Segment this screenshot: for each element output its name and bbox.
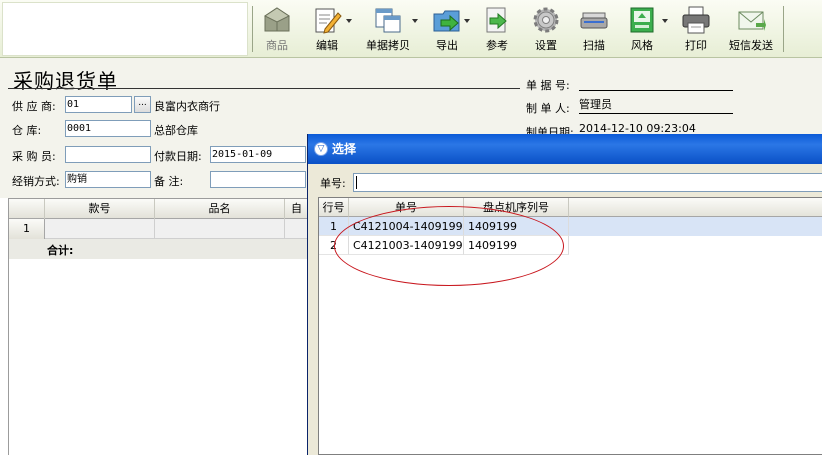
reference-button[interactable]: 参考 bbox=[476, 2, 518, 56]
remark-label: 备 注: bbox=[154, 175, 184, 188]
payment-date-field[interactable]: 2015-01-09 bbox=[210, 146, 306, 163]
supplier-code-field[interactable]: 01 bbox=[65, 96, 132, 113]
doc-no-label: 单 据 号: bbox=[526, 79, 570, 92]
doc-no-cell[interactable]: C4121004-1409199 bbox=[349, 217, 464, 236]
goods-button[interactable]: 商品 bbox=[256, 2, 298, 56]
edit-label: 编辑 bbox=[316, 39, 338, 52]
settings-gear-icon bbox=[533, 7, 559, 33]
chevron-down-icon[interactable] bbox=[346, 19, 352, 23]
select-dialog: ▽ 选择 单号: 行号 单号 盘点机序列号 1 C4121004-1409199… bbox=[307, 134, 822, 455]
grid-corner bbox=[9, 199, 45, 219]
row-number: 1 bbox=[319, 217, 349, 236]
style-label: 风格 bbox=[631, 39, 653, 52]
column-header-filler bbox=[569, 198, 822, 217]
chevron-down-icon[interactable] bbox=[662, 19, 668, 23]
style-icon bbox=[630, 7, 654, 33]
warehouse-name: 总部仓库 bbox=[154, 124, 198, 137]
order-list-grid: 行号 单号 盘点机序列号 1 C4121004-1409199 1409199 … bbox=[318, 197, 822, 455]
column-header-product-name[interactable]: 品名 bbox=[155, 199, 285, 219]
table-row[interactable]: 1 bbox=[9, 219, 309, 239]
text-caret bbox=[356, 176, 357, 189]
doc-no-field[interactable] bbox=[579, 75, 733, 91]
table-cell[interactable] bbox=[155, 219, 285, 239]
supplier-label: 供 应 商: bbox=[12, 100, 56, 113]
dialog-title-bar[interactable]: ▽ 选择 bbox=[308, 134, 822, 164]
sms-send-button[interactable]: 短信发送 bbox=[723, 2, 779, 56]
toolbar-separator bbox=[252, 6, 253, 52]
serial-no-cell[interactable]: 1409199 bbox=[464, 236, 569, 255]
print-label: 打印 bbox=[685, 39, 707, 52]
sales-mode-field[interactable]: 购销 bbox=[65, 171, 151, 188]
settings-label: 设置 bbox=[535, 39, 557, 52]
page-title: 采购退货单 bbox=[13, 69, 118, 93]
export-label: 导出 bbox=[436, 39, 458, 52]
toolbar: 商品 编辑 单据拷贝 导出 参考 设置 扫描 风格 打印 短信发送 bbox=[0, 0, 822, 58]
chevron-down-icon[interactable] bbox=[464, 19, 470, 23]
row-number: 1 bbox=[9, 219, 45, 239]
sms-send-label: 短信发送 bbox=[729, 39, 773, 52]
supplier-name: 良富内衣商行 bbox=[154, 100, 220, 113]
edit-icon bbox=[315, 8, 342, 34]
export-icon bbox=[433, 10, 460, 32]
warehouse-code-field[interactable]: 0001 bbox=[65, 120, 151, 137]
reference-label: 参考 bbox=[486, 39, 508, 52]
goods-grid: 款号 品名 自 1 合计: bbox=[8, 198, 309, 455]
total-row: 合计: bbox=[9, 239, 309, 259]
dialog-app-icon: ▽ bbox=[314, 142, 328, 156]
remark-field[interactable] bbox=[210, 171, 306, 188]
grid-header: 款号 品名 自 bbox=[9, 199, 309, 219]
table-row[interactable]: 1 C4121004-1409199 1409199 bbox=[319, 217, 822, 236]
dialog-title: 选择 bbox=[332, 142, 357, 156]
warehouse-label: 仓 库: bbox=[12, 124, 42, 137]
maker-label: 制 单 人: bbox=[526, 102, 570, 115]
purchaser-field[interactable] bbox=[65, 146, 151, 163]
column-header-style-no[interactable]: 款号 bbox=[45, 199, 155, 219]
table-row[interactable]: 2 C4121003-1409199 1409199 bbox=[319, 236, 822, 255]
scanner-icon bbox=[580, 12, 608, 29]
copy-doc-button[interactable]: 单据拷贝 bbox=[356, 2, 420, 56]
settings-button[interactable]: 设置 bbox=[525, 2, 567, 56]
chevron-down-icon[interactable] bbox=[412, 19, 418, 23]
edit-button[interactable]: 编辑 bbox=[306, 2, 352, 56]
serial-no-cell[interactable]: 1409199 bbox=[464, 217, 569, 236]
supplier-browse-button[interactable]: ... bbox=[134, 96, 151, 113]
title-underline bbox=[8, 88, 520, 89]
column-header-row-no[interactable]: 行号 bbox=[319, 198, 349, 217]
table-cell[interactable] bbox=[285, 219, 309, 239]
column-header-doc-no[interactable]: 单号 bbox=[349, 198, 464, 217]
payment-date-label: 付款日期: bbox=[154, 150, 202, 163]
export-button[interactable]: 导出 bbox=[426, 2, 470, 56]
doc-no-cell[interactable]: C4121003-1409199 bbox=[349, 236, 464, 255]
sms-envelope-icon bbox=[738, 11, 766, 31]
goods-icon bbox=[264, 7, 290, 32]
print-button[interactable]: 打印 bbox=[675, 2, 717, 56]
total-label: 合计: bbox=[47, 244, 74, 257]
maker-field[interactable]: 管理员 bbox=[579, 98, 733, 114]
table-cell[interactable] bbox=[45, 219, 155, 239]
search-label: 单号: bbox=[320, 177, 346, 190]
search-input[interactable] bbox=[353, 173, 822, 192]
goods-label: 商品 bbox=[266, 39, 288, 52]
scan-button[interactable]: 扫描 bbox=[573, 2, 615, 56]
copy-doc-icon bbox=[375, 8, 401, 33]
copy-doc-label: 单据拷贝 bbox=[366, 39, 410, 52]
toolbar-separator bbox=[783, 6, 784, 52]
reference-icon bbox=[486, 7, 507, 33]
column-header-serial-no[interactable]: 盘点机序列号 bbox=[464, 198, 569, 217]
style-button[interactable]: 风格 bbox=[620, 2, 668, 56]
scan-label: 扫描 bbox=[583, 39, 605, 52]
row-number: 2 bbox=[319, 236, 349, 255]
purchaser-label: 采 购 员: bbox=[12, 150, 56, 163]
sales-mode-label: 经销方式: bbox=[12, 175, 60, 188]
toolbar-blank-area bbox=[2, 2, 248, 56]
column-header-truncated[interactable]: 自 bbox=[285, 199, 309, 219]
printer-icon bbox=[682, 6, 710, 34]
